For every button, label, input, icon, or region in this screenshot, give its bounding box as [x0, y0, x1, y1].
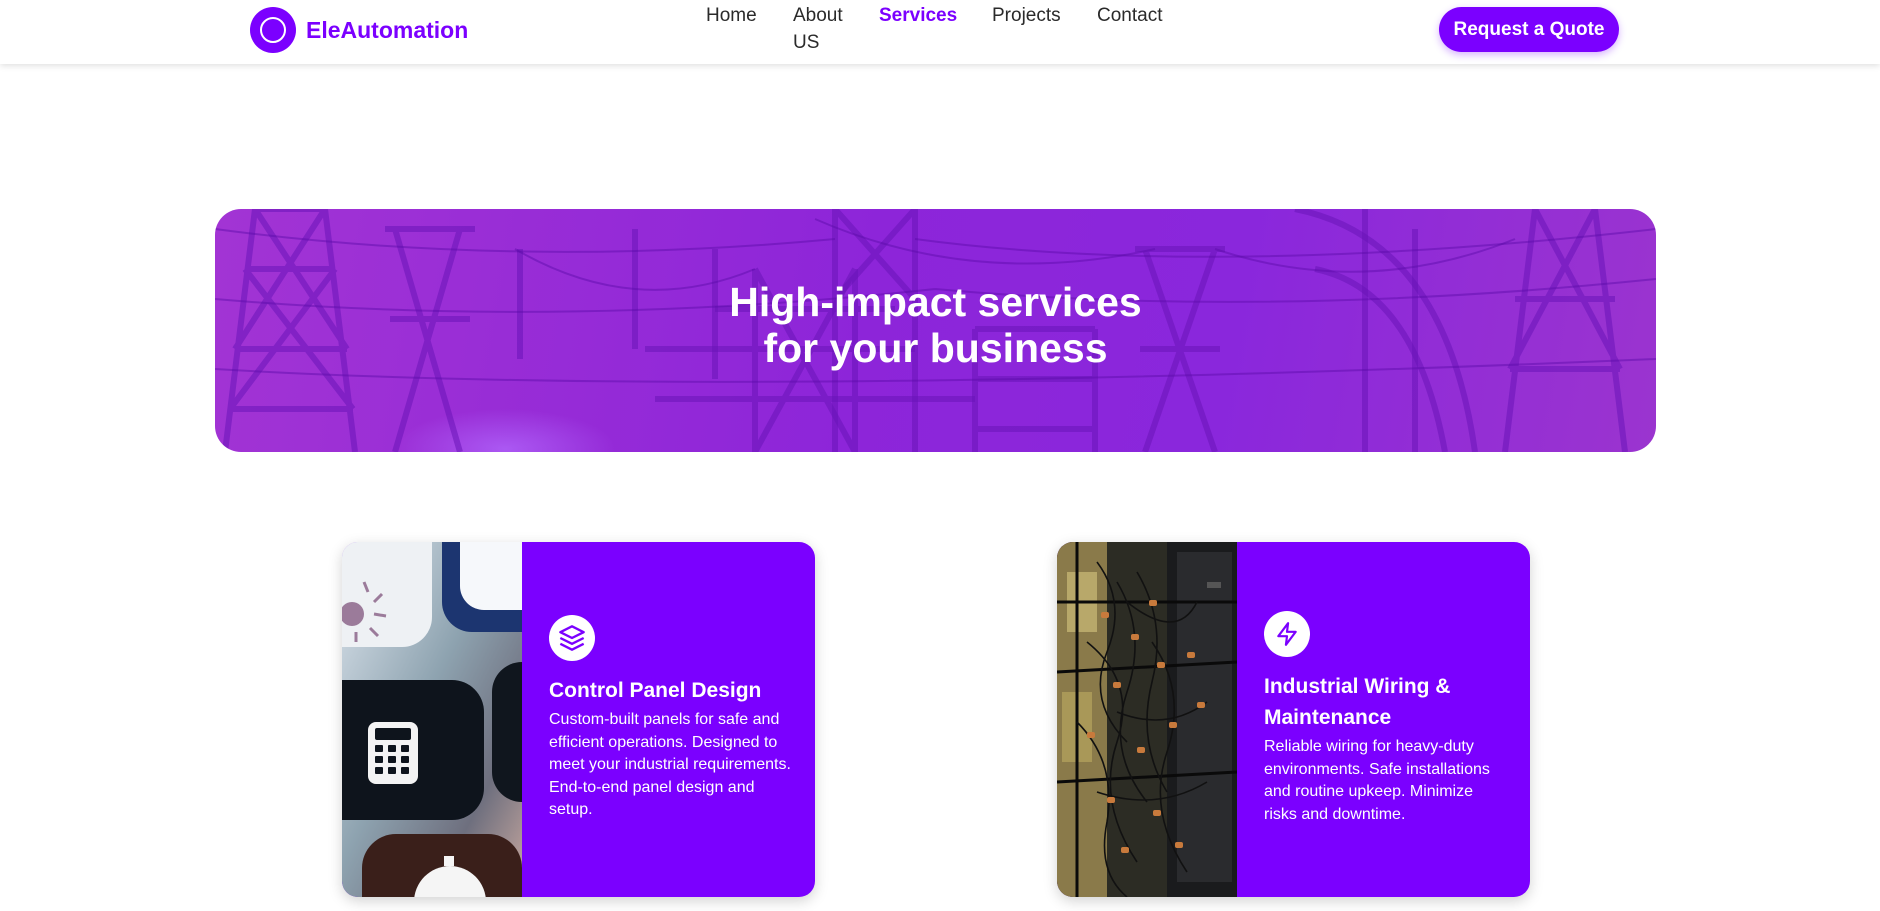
site-header: EleAutomation Home About US Services Pro… [0, 0, 1880, 64]
service-card-body: Industrial Wiring & Maintenance Reliable… [1237, 542, 1530, 897]
nav-contact[interactable]: Contact [1097, 2, 1162, 29]
brand-logo[interactable]: EleAutomation [250, 7, 468, 53]
service-title: Control Panel Design [549, 679, 762, 702]
lightning-bolt-icon [1264, 611, 1310, 657]
wiring-cabinet-image [1057, 542, 1237, 897]
nav-about[interactable]: About US [793, 2, 853, 56]
logo-circle-icon [250, 7, 296, 53]
nav-projects[interactable]: Projects [992, 2, 1061, 29]
service-card-body: Control Panel Design Custom-built panels… [522, 542, 815, 897]
service-description: Custom-built panels for safe and efficie… [549, 711, 791, 818]
request-quote-button[interactable]: Request a Quote [1439, 7, 1619, 52]
hero-title-line2: for your business [763, 325, 1108, 371]
nav-home[interactable]: Home [706, 2, 757, 29]
hero-banner: High-impact services for your business [215, 209, 1656, 452]
hero-title: High-impact services for your business [215, 279, 1656, 371]
layers-icon [549, 615, 595, 661]
hero-title-line1: High-impact services [729, 279, 1142, 325]
service-title: Industrial Wiring & Maintenance [1264, 675, 1451, 729]
service-description: Reliable wiring for heavy-duty environme… [1264, 738, 1490, 823]
brand-name: EleAutomation [306, 16, 469, 43]
phone-apps-image [342, 542, 522, 897]
service-card-control-panel[interactable]: Control Panel Design Custom-built panels… [342, 542, 815, 897]
nav-services[interactable]: Services [879, 2, 957, 29]
service-card-industrial-wiring[interactable]: Industrial Wiring & Maintenance Reliable… [1057, 542, 1530, 897]
